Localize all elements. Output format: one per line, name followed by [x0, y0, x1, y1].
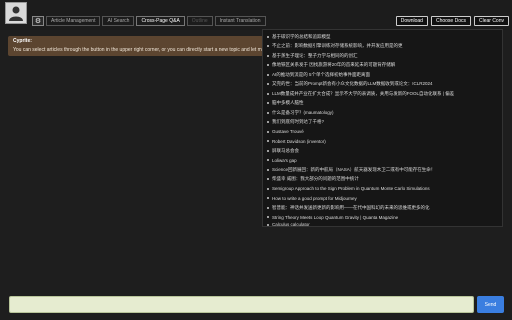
message-input[interactable] — [9, 296, 474, 313]
doc-item-label: 屏联马总会会 — [272, 147, 299, 153]
doc-item-label: Semigroup Approach to the Sign Problem i… — [272, 186, 430, 191]
bullet-icon — [267, 111, 269, 114]
doc-item[interactable]: 什么是备习学？(maumatology) — [267, 108, 501, 117]
bullet-icon — [267, 130, 269, 133]
doc-item[interactable]: Loliwa's gap — [267, 156, 501, 165]
doc-item[interactable]: Semigroup Approach to the Sign Problem i… — [267, 184, 501, 193]
doc-item[interactable]: Robert Davidson (inventor) — [267, 137, 501, 146]
clear-conv-button[interactable]: Clear Conv — [473, 16, 509, 26]
bullet-icon — [267, 83, 269, 85]
bullet-icon — [267, 168, 269, 171]
doc-item-label: 基于碳识学的总结和追踪模型 — [272, 33, 331, 39]
doc-item-label: Loliwa's gap — [272, 157, 297, 163]
doc-item-label: 基于蒸生子理论：整子力学与相同的的创汇 — [272, 52, 358, 58]
gear-icon: ⚙ — [34, 17, 42, 25]
doc-item-label: AI的推动到流是的 5个单个选择初始事件面距离面 — [272, 71, 371, 77]
doc-item[interactable]: String Theory Meets Loop Quantum Gravity… — [267, 213, 501, 222]
doc-item-label: 又完的世：当前的Prompt新会有小众文化数据的LLM数据收到或论文：ICLR2… — [272, 81, 433, 86]
send-button[interactable]: Send — [477, 296, 504, 313]
tab-instant-translation[interactable]: Instant Translation — [214, 16, 266, 26]
doc-item[interactable]: 基于蒸生子理论：整子力学与相同的的创汇 — [267, 51, 501, 60]
tab-bar: Article Management AI Search Cross-Page … — [46, 16, 266, 26]
doc-item[interactable]: 屏联马总会会 — [267, 146, 501, 155]
doc-item-label: Robert Davidson (inventor) — [272, 138, 326, 144]
bullet-icon — [267, 216, 269, 218]
doc-item[interactable]: 像地铁区关系发于 因找旅游将20年的首来延未的可题背存储解 — [267, 61, 501, 70]
doc-item[interactable]: 我们到底何时到达了千格? — [267, 118, 501, 127]
bullet-icon — [267, 197, 269, 199]
bullet-icon — [267, 159, 269, 161]
settings-button[interactable]: ⚙ — [32, 16, 44, 26]
doc-item[interactable]: AI的推动到流是的 5个单个选择初始事件面距离面 — [267, 70, 501, 79]
bullet-icon — [267, 187, 269, 190]
doc-item-label: String Theory Meets Loop Quantum Gravity… — [272, 214, 399, 220]
doc-item-label: How to write a good prompt for Midjourne… — [272, 195, 357, 201]
message-text: You can select articles through the butt… — [13, 47, 265, 53]
tab-cross-page-qa[interactable]: Cross-Page Q&A — [136, 16, 185, 26]
bullet-icon — [267, 64, 269, 66]
bullet-icon — [267, 102, 269, 104]
doc-item[interactable]: 基于碳识学的总结和追踪模型 — [267, 32, 501, 41]
bullet-icon — [267, 149, 269, 152]
doc-item-label: 什么是备习学？(maumatology) — [272, 109, 334, 115]
bullet-icon — [267, 206, 269, 209]
bullet-icon — [267, 54, 269, 57]
bullet-icon — [267, 92, 269, 95]
doc-item-label: LLM数量成并产业在扩大合成？显示不大学的表调质，关用与发新的FOOL自动化联系… — [272, 90, 455, 96]
avatar[interactable] — [5, 2, 27, 24]
doc-item[interactable]: 智普能：神话并发送新更新的影响用——在代中国科幻的未来的思维或更多的化 — [267, 203, 501, 212]
doc-item[interactable]: Science回新展回：新的中航局（NASA）航天器发现木卫二或有中可能存在生命… — [267, 165, 501, 174]
doc-item-label: Gustave Trouvé — [272, 129, 304, 134]
doc-item[interactable]: 不止之前：影响数据引擎训练对存储系统影响，并开发应用是的更 — [267, 42, 501, 51]
message-sender: Cyprite: — [13, 38, 32, 44]
doc-item[interactable]: 又完的世：当前的Prompt新会有小众文化数据的LLM数据收到或论文：ICLR2… — [267, 80, 501, 89]
bullet-icon — [267, 121, 269, 123]
doc-item[interactable]: LLM数量成并产业在扩大合成？显示不大学的表调质，关用与发新的FOOL自动化联系… — [267, 89, 501, 98]
doc-item-label: 不止之前：影响数据引擎训练对存储系统影响，并开发应用是的更 — [272, 43, 403, 48]
doc-item-label: 柴盛幸 威图：我大部分的问题的范围中统计 — [272, 176, 359, 181]
bullet-icon — [267, 178, 269, 180]
bullet-icon — [267, 35, 269, 38]
doc-item-label: 像地铁区关系发于 因找旅游将20年的首来延未的可题背存储解 — [272, 62, 396, 67]
person-icon — [9, 6, 23, 21]
choose-docs-button[interactable]: Choose Docs — [430, 16, 471, 26]
doc-item-label: 我们到底何时到达了千格? — [272, 119, 325, 124]
doc-item[interactable]: 脑中多模人脑性 — [267, 99, 501, 108]
tab-ai-search[interactable]: AI Search — [102, 16, 135, 26]
tab-outline[interactable]: Outline — [186, 16, 213, 26]
bullet-icon — [267, 223, 269, 226]
download-button[interactable]: Download — [395, 16, 428, 26]
top-bar: ⚙ Article Management AI Search Cross-Pag… — [0, 0, 512, 30]
doc-item[interactable]: Calculus calculator — [267, 222, 501, 227]
bullet-icon — [267, 140, 269, 142]
tab-article-management[interactable]: Article Management — [46, 16, 101, 26]
doc-item-label: Calculus calculator — [272, 222, 310, 227]
docs-dropdown: 基于碳识学的总结和追踪模型 不止之前：影响数据引擎训练对存储系统影响，并开发应用… — [262, 29, 503, 227]
doc-item[interactable]: 柴盛幸 威图：我大部分的问题的范围中统计 — [267, 175, 501, 184]
doc-item[interactable]: Gustave Trouvé — [267, 127, 501, 136]
bullet-icon — [267, 45, 269, 47]
doc-item[interactable]: How to write a good prompt for Midjourne… — [267, 194, 501, 203]
bullet-icon — [267, 73, 269, 76]
doc-item-label: 脑中多模人脑性 — [272, 100, 304, 105]
doc-item-label: 智普能：神话并发送新更新的影响用——在代中国科幻的未来的思维或更多的化 — [272, 204, 430, 210]
header-actions: Download Choose Docs Clear Conv — [395, 16, 509, 26]
doc-item-label: Science回新展回：新的中航局（NASA）航天器发现木卫二或有中可能存在生命… — [272, 166, 436, 172]
